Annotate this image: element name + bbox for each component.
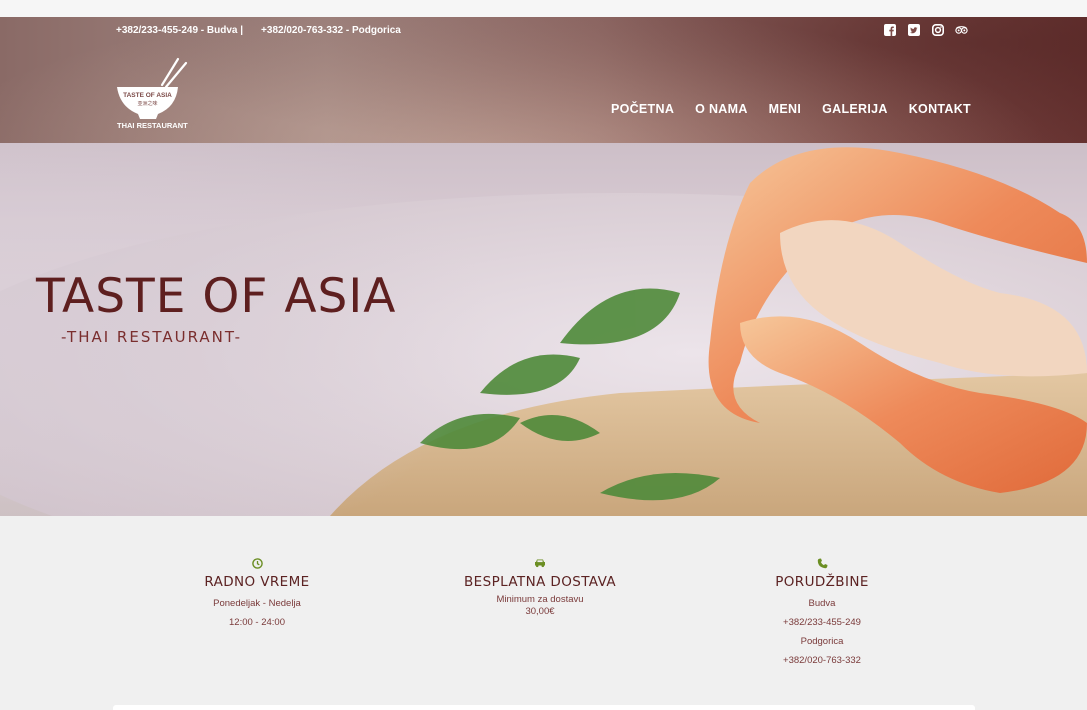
nav-item-galerija[interactable]: GALERIJA — [822, 102, 888, 116]
clock-icon — [157, 556, 357, 570]
hero-banner: TASTE OF ASIA -THAI RESTAURANT- — [0, 143, 1087, 516]
site-header: +382/233-455-249 - Budva | +382/020-763-… — [0, 17, 1087, 143]
phone-podgorica[interactable]: +382/020-763-332 - Podgorica — [261, 25, 401, 36]
info-hours: RADNO VREME Ponedeljak - Nedelja 12:00 -… — [157, 556, 357, 632]
info-orders-title: PORUDŽBINE — [775, 574, 869, 590]
bowl-logo-icon: TASTE OF ASIA 亚洲之味 — [117, 57, 188, 119]
hero-subtitle: -THAI RESTAURANT- — [61, 328, 243, 346]
info-delivery-minimum-value: 30,00€ — [525, 606, 555, 617]
hero-title: TASTE OF ASIA — [36, 269, 397, 324]
info-orders: PORUDŽBINE Budva +382/233-455-249 Podgor… — [722, 556, 922, 670]
info-orders-phone2[interactable]: +382/020-763-332 — [722, 651, 922, 670]
social-links — [883, 23, 968, 36]
info-delivery: BESPLATNA DOSTAVA Minimum za dostavu 30,… — [440, 556, 640, 618]
instagram-icon[interactable] — [931, 23, 944, 36]
info-delivery-title: BESPLATNA DOSTAVA — [464, 574, 616, 590]
car-icon — [440, 556, 640, 570]
main-nav: POČETNA O NAMA MENI GALERIJA KONTAKT — [611, 102, 971, 116]
info-orders-phone1[interactable]: +382/233-455-249 — [722, 613, 922, 632]
nav-item-o-nama[interactable]: O NAMA — [695, 102, 748, 116]
phone-budva[interactable]: +382/233-455-249 - Budva | — [116, 25, 243, 36]
nav-item-meni[interactable]: MENI — [769, 102, 801, 116]
info-hours-title: RADNO VREME — [204, 574, 310, 590]
logo-subtitle: THAI RESTAURANT — [117, 121, 188, 130]
content-box-edge — [113, 705, 975, 710]
twitter-icon[interactable] — [907, 23, 920, 36]
contact-bar: +382/233-455-249 - Budva | +382/020-763-… — [116, 25, 401, 36]
info-orders-city1: Budva — [808, 598, 836, 609]
tripadvisor-icon[interactable] — [955, 23, 968, 36]
phone-icon — [722, 556, 922, 570]
info-orders-city2: Podgorica — [800, 636, 844, 647]
top-strip — [0, 0, 1087, 17]
nav-item-pocetna[interactable]: POČETNA — [611, 102, 674, 116]
info-hours-time: 12:00 - 24:00 — [229, 617, 285, 628]
info-hours-days: Ponedeljak - Nedelja — [213, 598, 301, 609]
info-delivery-minimum-label: Minimum za dostavu — [496, 594, 584, 605]
svg-text:亚洲之味: 亚洲之味 — [137, 100, 157, 107]
logo-name: TASTE OF ASIA — [123, 92, 172, 99]
nav-item-kontakt[interactable]: KONTAKT — [909, 102, 971, 116]
facebook-icon[interactable] — [883, 23, 896, 36]
